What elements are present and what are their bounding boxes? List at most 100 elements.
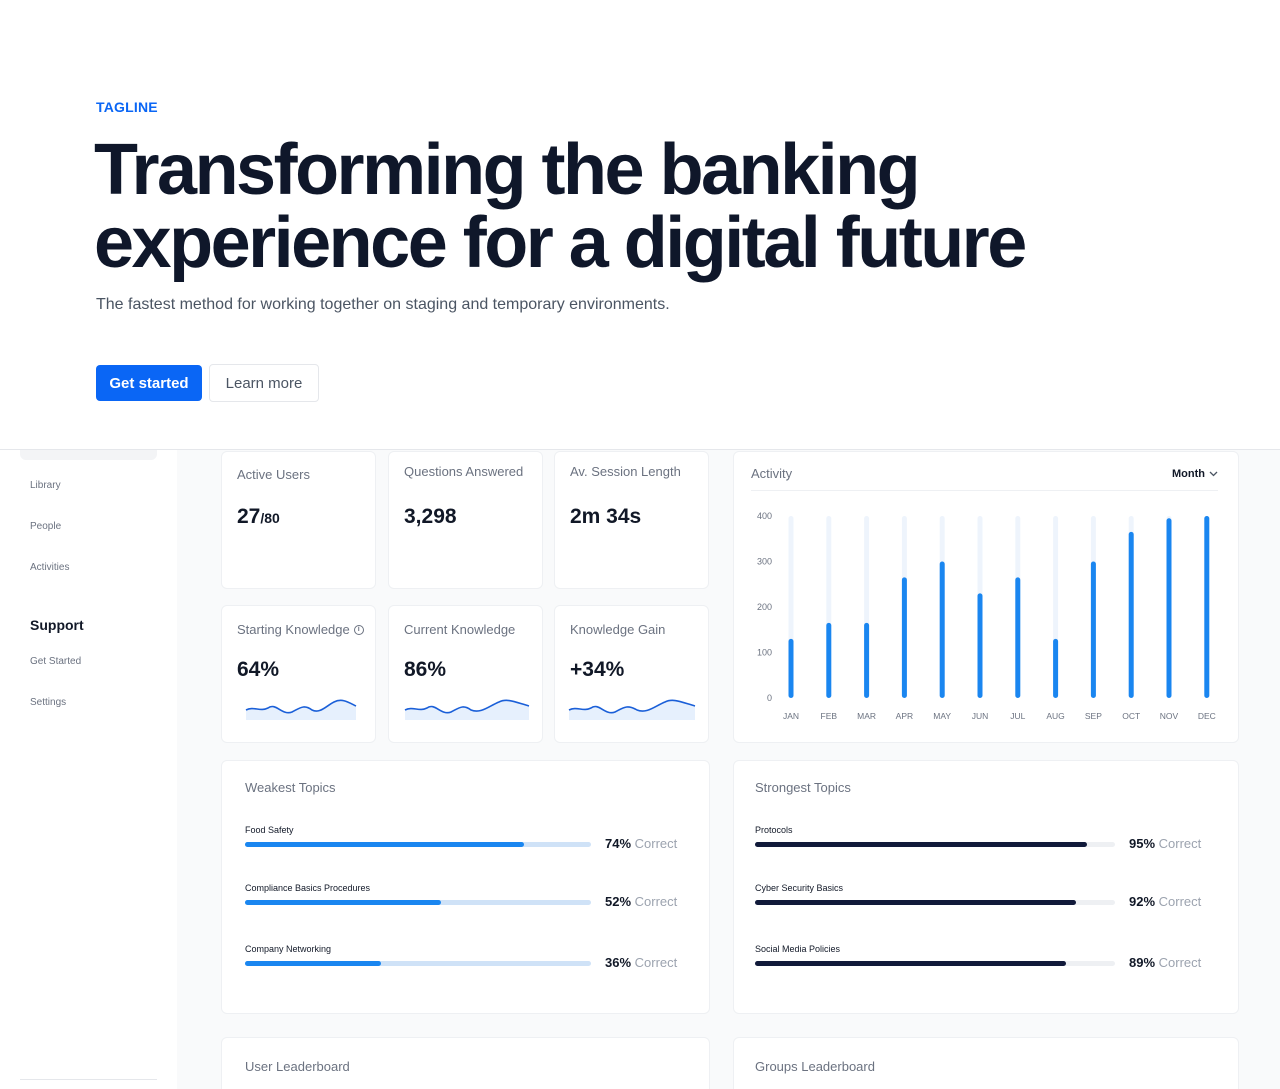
sidebar-active-item[interactable] <box>20 450 157 460</box>
sidebar-item-activities[interactable]: Activities <box>30 562 69 573</box>
strongest-topics-card: Strongest Topics Protocols 95% Correct Cyb… <box>733 760 1239 1014</box>
topic-progress-fill <box>755 900 1077 905</box>
sidebar-item-people[interactable]: People <box>30 521 61 532</box>
stat-card-starting-knowledge: Starting Knowledge i 64% <box>221 605 376 743</box>
headline-line-1: Transforming the banking <box>94 130 921 210</box>
sparkline <box>404 699 530 720</box>
topic-percent-value: 36% <box>605 955 632 970</box>
stat-card-current-knowledge: Current Knowledge 86% <box>388 605 543 743</box>
stat-label: Current Knowledge <box>404 622 516 637</box>
learn-more-button[interactable]: Learn more <box>209 364 319 402</box>
bar-jul[interactable] <box>1015 577 1021 698</box>
topic-percent: 52% Correct <box>605 894 677 909</box>
topic-name: Company Networking <box>245 944 332 954</box>
sidebar-item-get-started[interactable]: Get Started <box>30 656 81 667</box>
topic-progress-track <box>245 842 591 847</box>
x-tick-label: MAR <box>857 711 876 721</box>
user-leaderboard-card: User Leaderboard <box>221 1037 710 1089</box>
bar-jun[interactable] <box>977 593 983 698</box>
x-tick-label: NOV <box>1160 711 1179 721</box>
bar-oct[interactable] <box>1128 531 1134 698</box>
sidebar-item-settings[interactable]: Settings <box>30 697 66 708</box>
topic-percent-value: 52% <box>605 894 632 909</box>
tagline: TAGLINE <box>96 99 158 115</box>
groups-leaderboard-title: Groups Leaderboard <box>755 1059 875 1074</box>
topic-percent: 74% Correct <box>605 836 677 851</box>
stat-value: 64% <box>237 658 280 681</box>
topic-percent-suffix: Correct <box>631 836 678 851</box>
topic-percent-value: 74% <box>605 836 632 851</box>
bar-may[interactable] <box>939 561 945 699</box>
headline: Transforming the banking experience for … <box>94 134 1094 280</box>
bar-dec[interactable] <box>1204 516 1210 698</box>
sparkline <box>245 699 357 720</box>
x-tick-label: APR <box>896 711 913 721</box>
hero-section: TAGLINE Transforming the banking experie… <box>0 0 1280 449</box>
topic-progress-fill <box>245 900 442 905</box>
x-tick-label: FEB <box>821 711 838 721</box>
get-started-button[interactable]: Get started <box>96 365 202 401</box>
stat-value: 3,298 <box>404 505 457 528</box>
stat-card-knowledge-gain: Knowledge Gain +34% <box>554 605 709 743</box>
bar-apr[interactable] <box>901 577 907 698</box>
topic-name: Social Media Policies <box>755 944 841 954</box>
topic-percent: 36% Correct <box>605 955 677 970</box>
topic-name: Protocols <box>755 825 793 835</box>
weakest-topics-title: Weakest Topics <box>245 780 336 795</box>
y-tick-label: 400 <box>757 511 772 521</box>
strongest-topics-title: Strongest Topics <box>755 780 851 795</box>
topic-percent-suffix: Correct <box>631 955 678 970</box>
activity-chart-card: Activity Month 0 100 200 300 400 JAN FEB MAR APR… <box>733 451 1239 743</box>
x-tick-label: SEP <box>1085 711 1102 721</box>
bar-mar[interactable] <box>864 622 870 698</box>
topic-progress-track <box>245 900 591 905</box>
x-tick-label: OCT <box>1122 711 1140 721</box>
stat-value: 86% <box>404 658 447 681</box>
stat-label: Av. Session Length <box>570 464 681 479</box>
stat-card-active-users: Active Users 27/80 <box>221 451 376 589</box>
topic-name: Food Safety <box>245 825 294 835</box>
bar-nov[interactable] <box>1166 518 1172 698</box>
stat-value-sub: /80 <box>260 510 280 526</box>
stat-value: +34% <box>570 658 625 681</box>
activity-chart: 0 100 200 300 400 JAN FEB MAR APR MAY JUN JUL AUG SEP… <box>757 511 1216 721</box>
bar-sep[interactable] <box>1090 561 1096 699</box>
x-tick-label: JAN <box>783 711 799 721</box>
topic-progress-fill <box>245 842 525 847</box>
topic-progress-track <box>755 900 1115 905</box>
x-tick-label: MAY <box>933 711 951 721</box>
stat-label: Questions Answered <box>404 464 524 479</box>
stat-value: 27/80 <box>237 505 280 528</box>
topic-name: Compliance Basics Procedures <box>245 883 371 893</box>
stat-label: Knowledge Gain <box>570 622 666 637</box>
topic-name: Cyber Security Basics <box>755 883 844 893</box>
topic-percent-suffix: Correct <box>1155 894 1202 909</box>
sidebar-divider <box>20 1079 157 1080</box>
x-tick-label: AUG <box>1046 711 1064 721</box>
topic-percent-suffix: Correct <box>1155 836 1202 851</box>
hero-subtext: The fastest method for working together … <box>96 296 670 313</box>
y-tick-label: 100 <box>757 648 772 658</box>
bar-aug[interactable] <box>1053 638 1059 698</box>
sidebar-heading-support: Support <box>30 617 84 633</box>
topic-progress-fill <box>245 961 381 966</box>
y-tick-label: 200 <box>757 602 772 612</box>
topic-progress-track <box>755 842 1115 847</box>
topic-progress-track <box>755 961 1115 966</box>
groups-leaderboard-card: Groups Leaderboard <box>733 1037 1239 1089</box>
topic-progress-fill <box>755 961 1066 966</box>
bar-feb[interactable] <box>826 622 832 698</box>
sidebar-item-library[interactable]: Library <box>30 480 61 491</box>
dashboard-preview: Library People Activities Support Get St… <box>0 449 1280 1089</box>
stat-card-session-length: Av. Session Length 2m 34s <box>554 451 709 589</box>
stat-label: Active Users <box>237 467 310 482</box>
info-icon[interactable]: i <box>353 624 364 635</box>
topic-progress-fill <box>755 842 1087 847</box>
topic-percent-suffix: Correct <box>631 894 678 909</box>
y-tick-label: 0 <box>767 693 772 703</box>
stat-label: Starting Knowledge i <box>237 622 364 637</box>
bar-jan[interactable] <box>788 638 794 698</box>
topic-percent: 92% Correct <box>1129 894 1201 909</box>
topic-percent: 89% Correct <box>1129 955 1201 970</box>
headline-line-2: experience for a digital future <box>94 203 1027 283</box>
